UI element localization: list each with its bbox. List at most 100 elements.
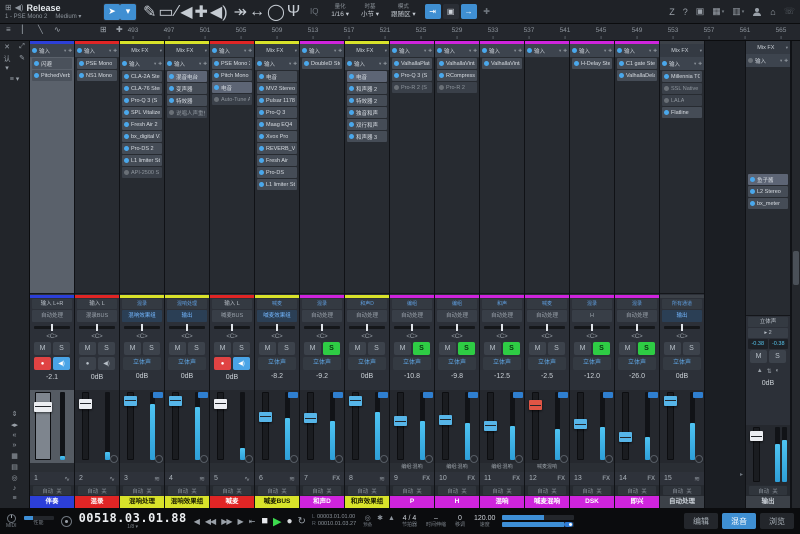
edit-tool-icon-2[interactable]: ∕ bbox=[176, 3, 179, 21]
transport-nav-button-3[interactable]: ▶ bbox=[238, 517, 244, 526]
add-insert-icon[interactable]: ✚ bbox=[518, 48, 522, 54]
play-button[interactable]: ▶ bbox=[273, 515, 282, 528]
insert-slot[interactable]: L2 Stereo bbox=[748, 186, 788, 197]
time-display[interactable]: 00518.03.01.88 1/8 ▾ bbox=[79, 512, 187, 530]
pan-thumb[interactable] bbox=[366, 324, 368, 331]
channel-name[interactable]: 混录 bbox=[75, 496, 119, 508]
insert-power-icon[interactable] bbox=[124, 122, 129, 127]
insert-power-icon[interactable] bbox=[750, 201, 755, 206]
pan-slider[interactable] bbox=[257, 323, 297, 332]
rail-bottom-icon-8[interactable]: ≡ bbox=[9, 495, 21, 502]
insert-power-icon[interactable] bbox=[34, 73, 39, 78]
solo-button[interactable]: S bbox=[769, 350, 786, 363]
input-source-label[interactable]: 编组 bbox=[392, 299, 432, 309]
pan-slider[interactable] bbox=[77, 323, 117, 332]
insert-slot[interactable]: MV2 Stereo bbox=[257, 83, 297, 94]
buffer-dropdown[interactable]: Medium ▾ bbox=[55, 14, 81, 20]
insert-slot[interactable]: ValhallaVinta bbox=[437, 58, 477, 69]
expand-arrow-icon[interactable]: ▸ bbox=[740, 471, 743, 478]
peak-readout-badge[interactable] bbox=[468, 392, 478, 398]
insert-slot[interactable]: PSE Mono 2 bbox=[212, 58, 252, 69]
rail-top-icon-3[interactable]: ✎ bbox=[16, 54, 28, 72]
rail-bottom-icon-3[interactable]: » bbox=[9, 442, 21, 449]
meter-options-icon[interactable] bbox=[245, 455, 253, 463]
user-profile-icon[interactable] bbox=[752, 7, 762, 17]
stereo-mode-label[interactable]: 立体声 bbox=[438, 357, 476, 370]
power-icon[interactable] bbox=[122, 61, 127, 66]
insert-power-icon[interactable] bbox=[34, 61, 39, 66]
insert-power-icon[interactable] bbox=[574, 61, 579, 66]
rail-top-icon-1[interactable]: ⤢ bbox=[16, 43, 28, 51]
input-source-label[interactable]: 和声 bbox=[482, 299, 522, 309]
layout-view-dropdown[interactable]: ▥ ▾ bbox=[732, 6, 744, 17]
automation-mode-button[interactable]: 自动关 bbox=[213, 486, 251, 495]
fader-handle[interactable] bbox=[750, 431, 763, 441]
arrow-tool-button[interactable]: ➤ bbox=[104, 3, 120, 20]
stereo-mode-label[interactable]: 立体声 bbox=[168, 357, 206, 370]
insert-power-icon[interactable] bbox=[394, 85, 399, 90]
meter-options-icon[interactable] bbox=[290, 455, 298, 463]
toolbar2-add-icon-1[interactable]: ✚ bbox=[116, 25, 123, 34]
add-insert-icon[interactable]: ✚ bbox=[653, 48, 657, 54]
pan-slider[interactable] bbox=[122, 323, 162, 332]
insert-slot[interactable]: 和声器 2 bbox=[347, 83, 387, 94]
stereo-mode-label[interactable]: 立体声 bbox=[528, 357, 566, 370]
master-mode-icon-0[interactable]: ▲ bbox=[757, 368, 763, 374]
mute-button[interactable]: M bbox=[79, 342, 96, 355]
power-icon[interactable] bbox=[302, 48, 307, 53]
output-bus-label[interactable]: 喊麦效果组 bbox=[257, 310, 297, 322]
pan-thumb[interactable] bbox=[636, 324, 638, 331]
peak-readout-badge[interactable] bbox=[603, 392, 613, 398]
insert-slot[interactable]: 独音和声 bbox=[347, 107, 387, 118]
insert-slot[interactable]: Pro-Q 3 (S bbox=[122, 95, 162, 106]
add-insert-icon[interactable]: ✚ bbox=[428, 48, 432, 54]
insert-power-icon[interactable] bbox=[750, 177, 755, 182]
boost-value[interactable]: ▸ 2 bbox=[748, 328, 788, 338]
mute-button[interactable]: M bbox=[169, 342, 186, 355]
timebase-dropdown[interactable]: 时基 小节 ▾ bbox=[361, 4, 379, 18]
add-insert-icon[interactable]: ✚ bbox=[293, 61, 297, 67]
add-insert-icon[interactable]: ✚ bbox=[383, 61, 387, 67]
insert-slot[interactable]: 特效器 2 bbox=[347, 95, 387, 106]
master-mode-icon-1[interactable]: ⇅ bbox=[767, 368, 772, 375]
insert-slot[interactable]: ValhallaVinta bbox=[482, 58, 522, 69]
solo-button[interactable]: S bbox=[143, 342, 160, 355]
transport-small-icon-1[interactable]: ✱ bbox=[377, 515, 383, 523]
channel-name[interactable]: 输出 bbox=[746, 496, 790, 508]
insert-slot[interactable]: 说唱人声重叠 bbox=[167, 107, 207, 118]
insert-power-icon[interactable] bbox=[619, 73, 624, 78]
stereo-mode-label[interactable]: 立体声 bbox=[663, 357, 701, 370]
pan-slider[interactable] bbox=[527, 323, 567, 332]
stereo-mode-label[interactable]: 立体声 bbox=[748, 317, 788, 327]
pan-slider[interactable] bbox=[302, 323, 342, 332]
insert-slot[interactable]: Pulsar 1178 bbox=[257, 95, 297, 106]
automation-mode-button[interactable]: 自动关 bbox=[438, 486, 476, 495]
insert-power-icon[interactable] bbox=[124, 146, 129, 151]
mute-button[interactable]: M bbox=[394, 342, 411, 355]
insert-slot[interactable]: Pro-DS bbox=[257, 167, 297, 178]
nav-tool-icon-0[interactable]: ↠ bbox=[234, 2, 247, 22]
input-header[interactable]: 输入 ▾ ✚ bbox=[615, 44, 659, 57]
window-icon[interactable]: ⊞ bbox=[5, 4, 12, 12]
insert-slot[interactable]: Pro-R 2 (S bbox=[392, 82, 432, 93]
insert-power-icon[interactable] bbox=[664, 110, 669, 115]
insert-slot[interactable]: Pro-R 2 bbox=[437, 82, 477, 93]
insert-power-icon[interactable] bbox=[349, 122, 354, 127]
stereo-mode-label[interactable]: 立体声 bbox=[123, 357, 161, 370]
peak-readout-badge[interactable] bbox=[153, 392, 163, 398]
solo-button[interactable]: S bbox=[323, 342, 340, 355]
insert-slot[interactable]: API-2500 S bbox=[122, 167, 162, 178]
input-source-label[interactable]: 混响处理 bbox=[167, 299, 207, 309]
record-arm-button[interactable]: ● bbox=[34, 357, 51, 370]
channel-name[interactable]: 自动处理 bbox=[660, 496, 704, 508]
insert-slot[interactable]: LALA bbox=[662, 95, 702, 106]
pan-slider[interactable] bbox=[482, 323, 522, 332]
insert-power-icon[interactable] bbox=[484, 61, 489, 66]
mute-button[interactable]: M bbox=[484, 342, 501, 355]
output-bus-label[interactable]: 输出 bbox=[167, 310, 207, 322]
power-icon[interactable] bbox=[527, 48, 532, 53]
add-insert-icon[interactable]: ✚ bbox=[698, 61, 702, 67]
mute-button[interactable]: M bbox=[619, 342, 636, 355]
pan-thumb[interactable] bbox=[681, 324, 683, 331]
peak-readout-badge[interactable] bbox=[423, 392, 433, 398]
